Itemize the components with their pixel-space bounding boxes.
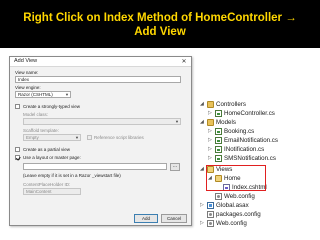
view-engine-select[interactable]: Razor (CSHTML) ▼ bbox=[15, 91, 71, 98]
tree-node-label: Web.config bbox=[224, 193, 255, 200]
cs-file-icon bbox=[215, 137, 222, 144]
tree-node-label: EmailNotification.cs bbox=[224, 137, 278, 144]
view-engine-label: View engine: bbox=[15, 85, 41, 90]
view-name-input[interactable]: Index bbox=[15, 76, 181, 83]
folder-icon bbox=[207, 101, 214, 108]
expand-arrow-icon[interactable]: ▷ bbox=[208, 147, 212, 152]
tree-node-label: HomeController.cs bbox=[224, 110, 275, 117]
reference-scripts-checkbox[interactable] bbox=[87, 135, 92, 140]
chevron-down-icon: ▼ bbox=[65, 92, 69, 97]
chevron-down-icon: ▼ bbox=[175, 119, 179, 124]
model-class-label: Model class: bbox=[23, 112, 49, 117]
asax-file-icon bbox=[207, 202, 214, 209]
placeholder-id-label: ContentPlaceHolder ID: bbox=[23, 182, 71, 187]
scaffold-template-value: Empty bbox=[26, 135, 39, 140]
collapse-arrow-icon[interactable]: ◢ bbox=[200, 102, 204, 107]
collapse-arrow-icon[interactable]: ◢ bbox=[200, 120, 204, 125]
chevron-down-icon: ▼ bbox=[75, 135, 79, 140]
close-icon[interactable]: ✕ bbox=[179, 58, 189, 66]
placeholder-id-input[interactable]: MainContent bbox=[23, 188, 81, 195]
expand-arrow-icon[interactable]: ▷ bbox=[208, 129, 212, 134]
config-file-icon bbox=[215, 193, 222, 200]
use-layout-checkbox[interactable] bbox=[15, 155, 20, 160]
browse-button[interactable]: ... bbox=[170, 163, 180, 171]
view-engine-value: Razor (CSHTML) bbox=[18, 92, 53, 97]
cancel-button[interactable]: Cancel bbox=[161, 214, 187, 223]
view-name-label: View name: bbox=[15, 70, 39, 75]
strongly-typed-checkbox[interactable] bbox=[15, 104, 20, 109]
solution-explorer-tree: ◢ Controllers ▷ HomeController.cs ◢ Mode… bbox=[200, 100, 312, 228]
config-file-icon bbox=[207, 220, 214, 227]
cs-file-icon bbox=[215, 128, 222, 135]
expand-arrow-icon[interactable]: ▷ bbox=[208, 156, 212, 161]
cs-file-icon bbox=[215, 146, 222, 153]
views-highlight-box bbox=[206, 165, 266, 191]
layout-path-input[interactable] bbox=[23, 163, 167, 170]
expand-arrow-icon[interactable]: ▷ bbox=[208, 138, 212, 143]
banner-title-line-1: Right Click on Index Method of HomeContr… bbox=[23, 12, 297, 24]
use-layout-label: Use a layout or master page: bbox=[23, 155, 81, 160]
tree-node-label: Web.config bbox=[216, 220, 247, 227]
folder-icon bbox=[207, 119, 214, 126]
model-class-select[interactable]: ▼ bbox=[23, 118, 181, 125]
collapse-arrow-icon[interactable]: ◢ bbox=[200, 167, 204, 172]
dialog-titlebar: Add View ✕ bbox=[10, 57, 191, 67]
expand-arrow-icon[interactable]: ▷ bbox=[200, 203, 204, 208]
layout-hint-text: (Leave empty if it is set in a Razor _vi… bbox=[23, 173, 121, 178]
dialog-title: Add View bbox=[14, 58, 38, 64]
tree-node-label: SMSNotification.cs bbox=[224, 155, 276, 162]
scaffold-template-label: Scaffold template: bbox=[23, 128, 59, 133]
config-file-icon bbox=[207, 211, 214, 218]
reference-scripts-label: Reference script libraries bbox=[94, 135, 144, 140]
partial-view-checkbox[interactable] bbox=[15, 147, 20, 152]
tree-node-label: Global.asax bbox=[216, 202, 249, 209]
strongly-typed-label: Create a strongly-typed view bbox=[23, 104, 81, 109]
header-banner: Right Click on Index Method of HomeContr… bbox=[0, 0, 320, 48]
scaffold-template-select[interactable]: Empty ▼ bbox=[23, 134, 81, 141]
tree-node-label: packages.config bbox=[216, 211, 261, 218]
banner-title-line-2: Add View bbox=[134, 26, 186, 38]
expand-arrow-icon[interactable]: ▷ bbox=[200, 221, 204, 226]
tree-node-smsnotification[interactable]: ▷ SMSNotification.cs bbox=[200, 154, 312, 164]
tree-node-label: Models bbox=[216, 119, 236, 126]
cs-file-icon bbox=[215, 155, 222, 162]
tree-node-label: Controllers bbox=[216, 101, 246, 108]
cs-file-icon bbox=[215, 110, 222, 117]
tree-node-label: Booking.cs bbox=[224, 128, 255, 135]
tree-node-root-webconfig[interactable]: ▷ Web.config bbox=[200, 219, 312, 229]
add-button[interactable]: Add bbox=[134, 214, 158, 223]
partial-view-label: Create as a partial view bbox=[23, 147, 71, 152]
add-view-dialog: Add View ✕ View name: Index View engine:… bbox=[9, 56, 192, 226]
tree-node-label: INotification.cs bbox=[224, 146, 265, 153]
expand-arrow-icon[interactable]: ▷ bbox=[208, 111, 212, 116]
